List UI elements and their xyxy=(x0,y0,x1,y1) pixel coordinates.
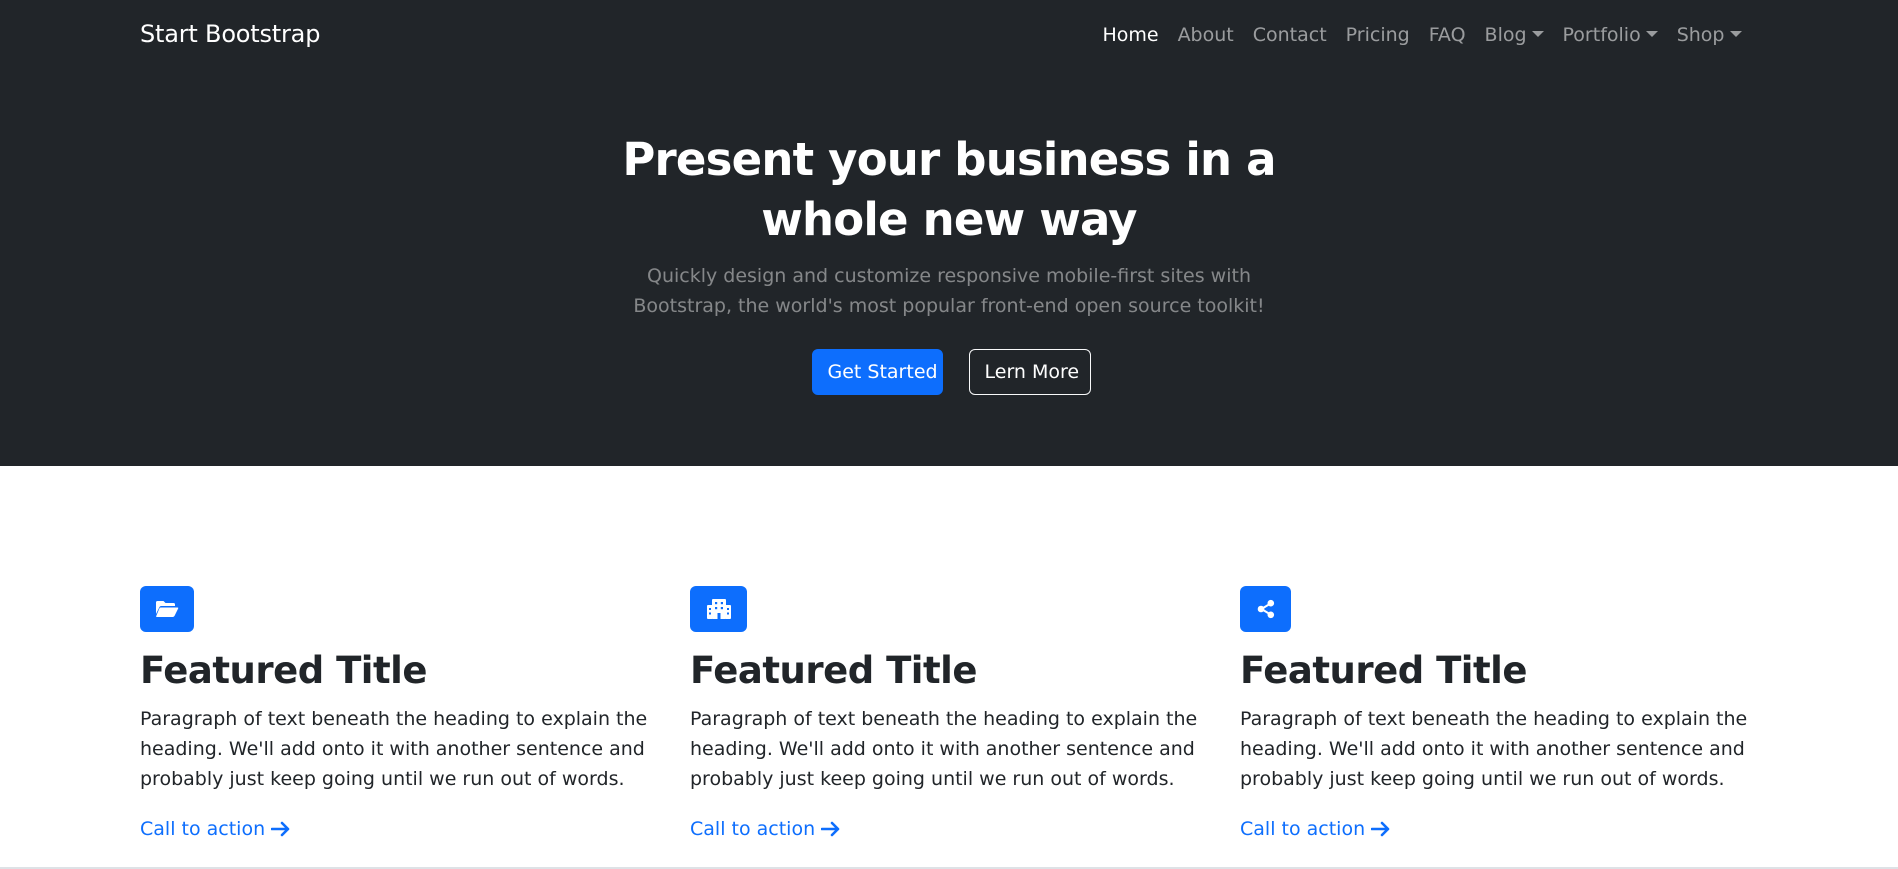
nav-item-contact: Contact xyxy=(1243,20,1336,50)
arrow-right-icon xyxy=(821,821,841,837)
hero-title-line: whole new way xyxy=(761,193,1137,246)
nav-link-about[interactable]: About xyxy=(1168,20,1243,50)
feature-text-line: Paragraph of text beneath the heading to… xyxy=(690,708,1198,730)
nav-link-label: Pricing xyxy=(1345,24,1410,46)
feature-text: Paragraph of text beneath the heading to… xyxy=(140,704,648,794)
call-to-action-label: Call to action xyxy=(140,818,266,840)
call-to-action-label: Call to action xyxy=(1240,818,1366,840)
feature-text-line: heading. We'll add onto it with another … xyxy=(140,738,645,760)
nav-dropdown-blog[interactable]: Blog xyxy=(1475,20,1553,50)
caret-down-icon xyxy=(1645,31,1658,37)
feature-text-line: probably just keep going until we run ou… xyxy=(1240,768,1725,790)
call-to-action-link[interactable]: Call to action xyxy=(140,814,291,844)
feature-card: Featured Title Paragraph of text beneath… xyxy=(690,586,1198,844)
hero-lead-line: Quickly design and customize responsive … xyxy=(647,265,1251,287)
nav-item-portfolio: Portfolio xyxy=(1553,20,1667,50)
caret-down-icon xyxy=(1531,31,1544,37)
hero-title: Present your business in a whole new way xyxy=(0,130,1898,250)
feature-text-line: Paragraph of text beneath the heading to… xyxy=(140,708,648,730)
navbar-brand[interactable]: Start Bootstrap xyxy=(140,18,320,50)
arrow-right-icon xyxy=(271,821,291,837)
nav-link-label: Contact xyxy=(1252,24,1327,46)
hero-title-line: Present your business in a xyxy=(622,133,1276,186)
nav-dropdown-shop[interactable]: Shop xyxy=(1667,20,1751,50)
nav-item-faq: FAQ xyxy=(1419,20,1475,50)
hero-button-group: Get Started Lern More xyxy=(0,349,1898,395)
nav-link-label: FAQ xyxy=(1428,24,1466,46)
building-icon xyxy=(706,599,731,619)
nav-item-pricing: Pricing xyxy=(1336,20,1419,50)
nav-link-label: About xyxy=(1177,24,1234,46)
feature-card: Featured Title Paragraph of text beneath… xyxy=(140,586,648,844)
nav-item-blog: Blog xyxy=(1475,20,1553,50)
features-section: Featured Title Paragraph of text beneath… xyxy=(0,466,1898,869)
arrow-right-icon xyxy=(1371,821,1391,837)
nav-link-pricing[interactable]: Pricing xyxy=(1336,20,1419,50)
feature-icon-box xyxy=(690,586,747,632)
nav-item-home: Home xyxy=(1093,20,1168,50)
feature-title: Featured Title xyxy=(1240,649,1527,692)
feature-text-line: heading. We'll add onto it with another … xyxy=(1240,738,1745,760)
call-to-action-link[interactable]: Call to action xyxy=(1240,814,1391,844)
hero-section: Present your business in a whole new way… xyxy=(0,70,1898,466)
nav-item-about: About xyxy=(1168,20,1243,50)
nav-link-label: Shop xyxy=(1676,24,1725,46)
nav-menu: Home About Contact Pricing FAQ Blog Port… xyxy=(1093,20,1751,50)
feature-text-line: Paragraph of text beneath the heading to… xyxy=(1240,708,1748,730)
feature-text-line: heading. We'll add onto it with another … xyxy=(690,738,1195,760)
share-icon xyxy=(1257,599,1274,619)
nav-link-label: Portfolio xyxy=(1562,24,1641,46)
nav-link-label: Blog xyxy=(1484,24,1527,46)
feature-icon-box xyxy=(140,586,194,632)
learn-more-button[interactable]: Lern More xyxy=(968,349,1091,395)
feature-card: Featured Title Paragraph of text beneath… xyxy=(1240,586,1748,844)
feature-title: Featured Title xyxy=(140,649,427,692)
feature-title: Featured Title xyxy=(690,649,977,692)
feature-icon-box xyxy=(1240,586,1291,632)
feature-text-line: probably just keep going until we run ou… xyxy=(690,768,1175,790)
feature-text: Paragraph of text beneath the heading to… xyxy=(1240,704,1748,794)
caret-down-icon xyxy=(1729,31,1742,37)
nav-item-shop: Shop xyxy=(1667,20,1751,50)
nav-link-label: Home xyxy=(1102,24,1159,46)
hero-lead-line: Bootstrap, the world's most popular fron… xyxy=(633,295,1265,317)
nav-dropdown-portfolio[interactable]: Portfolio xyxy=(1553,20,1667,50)
feature-text-line: probably just keep going until we run ou… xyxy=(140,768,625,790)
hero-lead: Quickly design and customize responsive … xyxy=(0,261,1898,321)
get-started-button[interactable]: Get Started xyxy=(811,349,943,395)
call-to-action-label: Call to action xyxy=(690,818,816,840)
nav-link-home[interactable]: Home xyxy=(1093,20,1168,50)
call-to-action-link[interactable]: Call to action xyxy=(690,814,841,844)
nav-link-faq[interactable]: FAQ xyxy=(1419,20,1475,50)
nav-link-contact[interactable]: Contact xyxy=(1243,20,1336,50)
folder-open-icon xyxy=(156,601,179,617)
feature-text: Paragraph of text beneath the heading to… xyxy=(690,704,1198,794)
navbar: Start Bootstrap Home About Contact Prici… xyxy=(0,0,1898,70)
